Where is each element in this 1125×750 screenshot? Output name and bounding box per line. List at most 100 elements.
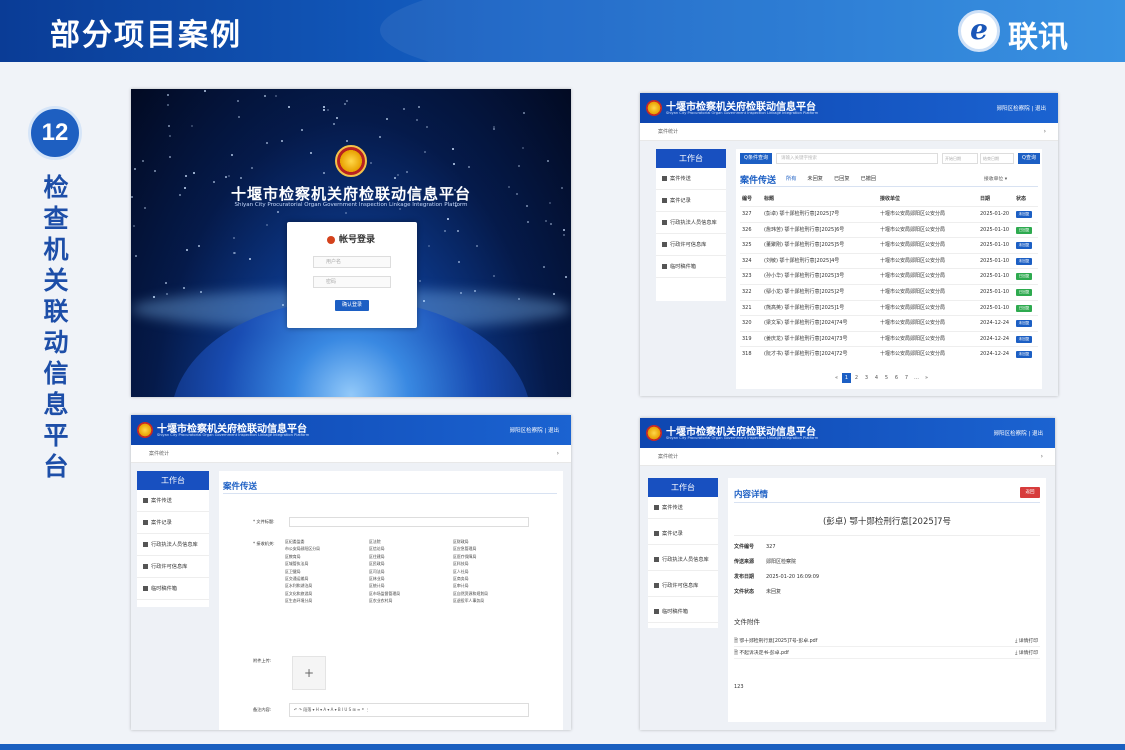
receiver-filter-dropdown[interactable]: 接收单位 ▾ — [984, 175, 1007, 182]
login-button[interactable]: 确认登录 — [335, 300, 369, 311]
tab-withdrawn[interactable]: 已撤回 — [861, 176, 877, 182]
table-row[interactable]: 327 (彭卓) 鄂十郧检刑行意[2025]7号 十堰市公安局郧阳区公安分局 2025… — [740, 206, 1038, 221]
org-checkbox-item[interactable]: 区林业局 — [369, 576, 385, 582]
org-checkbox-item[interactable]: 区自然资源和规划局 — [453, 591, 488, 597]
page-link[interactable]: 2 — [852, 373, 861, 383]
org-checkbox-item[interactable]: 区审计局 — [453, 583, 469, 589]
org-checkbox-item[interactable]: 区法院 — [369, 539, 381, 545]
attachment-item[interactable]: 🗎 鄂十郧检刑行意[2025]7号-彭卓.pdf ⤓ 详情打印 — [734, 636, 1040, 647]
org-checkbox-item[interactable]: 区医疗保障局 — [453, 554, 476, 560]
cell-title[interactable]: (彭卓) 鄂十郧检刑行意[2025]7号 — [764, 207, 839, 222]
org-checkbox-item[interactable]: 区商务局 — [453, 576, 469, 582]
rich-text-toolbar[interactable]: ↶ ↷ 段落 ▾ H ▾ A ▾ A ▾ B I U S ⊞ ≡ ❝ ⋮ — [289, 703, 529, 717]
org-checkbox-item[interactable]: 区司法局 — [369, 569, 385, 575]
page-link[interactable]: 7 — [902, 373, 911, 383]
org-checkbox-item[interactable]: 区住建局 — [369, 554, 385, 560]
org-checkbox-item[interactable]: 区科技局 — [453, 561, 469, 567]
org-checkbox-item[interactable]: 区财政局 — [453, 539, 469, 545]
table-row[interactable]: 325 (董聚刚) 鄂十郧检刑行意[2025]5号 十堰市公安局郧阳区公安分局 202… — [740, 237, 1038, 252]
page-link[interactable]: 4 — [872, 373, 881, 383]
table-row[interactable]: 322 (鄢小龙) 鄂十郧检刑行意[2025]2号 十堰市公安局郧阳区公安分局 202… — [740, 284, 1038, 299]
user-logout-link[interactable]: 郧阳区检察院 | 退出 — [510, 426, 559, 434]
cell-title[interactable]: (熊高英) 鄂十郧检刑行意[2025]1号 — [764, 301, 844, 316]
sidebar-item-personnel[interactable]: 行政执法人员信息库 — [656, 212, 726, 234]
search-input[interactable]: 请输入关键字搜索 — [776, 153, 938, 164]
sidebar-item-licenses[interactable]: 行政许可信息库 — [648, 575, 718, 597]
org-checkbox-item[interactable]: 区教育局 — [285, 554, 301, 560]
chevron-right-icon[interactable]: › — [1041, 448, 1043, 466]
sidebar-item-case-records[interactable]: 案件记录 — [648, 523, 718, 545]
chevron-right-icon[interactable]: › — [1044, 123, 1046, 141]
org-checkbox-item[interactable]: 区信访局 — [369, 546, 385, 552]
org-checkbox-item[interactable]: 区民政局 — [369, 561, 385, 567]
table-row[interactable]: 323 (孙小华) 鄂十郧检刑行意[2025]3号 十堰市公安局郧阳区公安分局 202… — [740, 268, 1038, 283]
password-input[interactable]: 密码 — [313, 276, 391, 288]
page-link[interactable]: » — [922, 373, 931, 383]
sidebar-item-case-transfer[interactable]: 案件传送 — [137, 490, 209, 512]
cell-title[interactable]: (董聚刚) 鄂十郧检刑行意[2025]5号 — [764, 238, 844, 253]
org-checkbox-item[interactable]: 区生态环境分局 — [285, 598, 312, 604]
page-link[interactable]: … — [912, 373, 921, 383]
sidebar-item-personnel[interactable]: 行政执法人员信息库 — [648, 549, 718, 571]
tab-all[interactable]: 所有 — [786, 176, 796, 182]
advanced-search-button[interactable]: Q条件查询 — [740, 153, 772, 164]
cell-title[interactable]: (姜庆龙) 鄂十郧检刑行意[2024]73号 — [764, 332, 847, 347]
cell-title[interactable]: (鄢小龙) 鄂十郧检刑行意[2025]2号 — [764, 285, 844, 300]
org-checkbox-item[interactable]: 区统计局 — [369, 583, 385, 589]
attachment-item[interactable]: 🗎 不起诉决定书-彭卓.pdf ⤓ 详情打印 — [734, 648, 1040, 659]
cell-title[interactable]: (孙小华) 鄂十郧检刑行意[2025]3号 — [764, 269, 844, 284]
sidebar-item-case-records[interactable]: 案件记录 — [656, 190, 726, 212]
org-checkbox-item[interactable]: 区人社局 — [453, 569, 469, 575]
cell-title[interactable]: (詹玮苦) 鄂十郧检刑行意[2025]6号 — [764, 223, 844, 238]
sidebar-item-drafts[interactable]: 临时稿件箱 — [656, 256, 726, 278]
org-checkbox-item[interactable]: 区城管执法局 — [285, 561, 308, 567]
start-date-input[interactable]: 开始日期 — [942, 153, 978, 164]
page-link[interactable]: 1 — [842, 373, 851, 383]
sidebar-item-personnel[interactable]: 行政执法人员信息库 — [137, 534, 209, 556]
page-link[interactable]: 3 — [862, 373, 871, 383]
cell-title[interactable]: (梁文军) 鄂十郧检刑行意[2024]74号 — [764, 316, 847, 331]
user-logout-link[interactable]: 郧阳区检察院 | 退出 — [994, 429, 1043, 437]
sidebar-item-licenses[interactable]: 行政许可信息库 — [656, 234, 726, 256]
table-row[interactable]: 324 (刘敏) 鄂十郧检刑行意[2025]4号 十堰市公安局郧阳区公安分局 2025… — [740, 252, 1038, 269]
org-checkbox-item[interactable]: 区农业农村局 — [369, 598, 392, 604]
attachment-name[interactable]: 🗎 不起诉决定书-彭卓.pdf — [734, 651, 789, 656]
table-row[interactable]: 326 (詹玮苦) 鄂十郧检刑行意[2025]6号 十堰市公安局郧阳区公安分局 202… — [740, 221, 1038, 238]
download-print-link[interactable]: ⤓ 详情打印 — [1015, 636, 1038, 647]
sidebar-item-drafts[interactable]: 临时稿件箱 — [648, 601, 718, 623]
table-row[interactable]: 319 (姜庆龙) 鄂十郧检刑行意[2024]73号 十堰市公安局郧阳区公安分局 20… — [740, 330, 1038, 347]
tab-replied[interactable]: 已回复 — [834, 176, 850, 182]
org-checkbox-item[interactable]: 区应急管理局 — [453, 546, 476, 552]
username-input[interactable]: 用户名 — [313, 256, 391, 268]
org-checkbox-item[interactable]: 区退役军人事务局 — [453, 598, 484, 604]
table-row[interactable]: 320 (梁文军) 鄂十郧检刑行意[2024]74号 十堰市公安局郧阳区公安分局 20… — [740, 315, 1038, 330]
sidebar-item-drafts[interactable]: 临时稿件箱 — [137, 578, 209, 600]
org-checkbox-item[interactable]: 区市场监督管理局 — [369, 591, 400, 597]
chevron-right-icon[interactable]: › — [557, 445, 559, 463]
org-checkbox-item[interactable]: 区水利和湖泊局 — [285, 583, 312, 589]
table-row[interactable]: 318 (阮才书) 鄂十郧检刑行意[2024]72号 十堰市公安局郧阳区公安分局 20… — [740, 346, 1038, 361]
tab-unreplied[interactable]: 未回复 — [807, 176, 823, 182]
sidebar-item-case-transfer[interactable]: 案件传送 — [648, 497, 718, 519]
org-checkbox-item[interactable]: 区文化和旅游局 — [285, 591, 312, 597]
download-print-link[interactable]: ⤓ 详情打印 — [1015, 648, 1038, 659]
end-date-input[interactable]: 结束日期 — [980, 153, 1014, 164]
attachment-name[interactable]: 🗎 鄂十郧检刑行意[2025]7号-彭卓.pdf — [734, 639, 817, 644]
back-button[interactable]: 返回 — [1020, 487, 1040, 498]
sidebar-item-case-records[interactable]: 案件记录 — [137, 512, 209, 534]
cell-title[interactable]: (刘敏) 鄂十郧检刑行意[2025]4号 — [764, 254, 839, 269]
page-link[interactable]: « — [832, 373, 841, 383]
query-button[interactable]: Q查询 — [1018, 153, 1040, 164]
org-checkbox-item[interactable]: 区纪委监委 — [285, 539, 304, 545]
table-row[interactable]: 321 (熊高英) 鄂十郧检刑行意[2025]1号 十堰市公安局郧阳区公安分局 202… — [740, 299, 1038, 316]
upload-plus-button[interactable]: + — [292, 656, 326, 690]
org-checkbox-item[interactable]: 区交通运输局 — [285, 576, 308, 582]
user-logout-link[interactable]: 郧阳区检察院 | 退出 — [997, 104, 1046, 112]
sidebar-item-case-transfer[interactable]: 案件传送 — [656, 168, 726, 190]
page-link[interactable]: 5 — [882, 373, 891, 383]
sidebar-item-licenses[interactable]: 行政许可信息库 — [137, 556, 209, 578]
cell-title[interactable]: (阮才书) 鄂十郧检刑行意[2024]72号 — [764, 347, 847, 362]
document-title-input[interactable] — [289, 517, 529, 527]
page-link[interactable]: 6 — [892, 373, 901, 383]
org-checkbox-item[interactable]: 区卫健局 — [285, 569, 301, 575]
